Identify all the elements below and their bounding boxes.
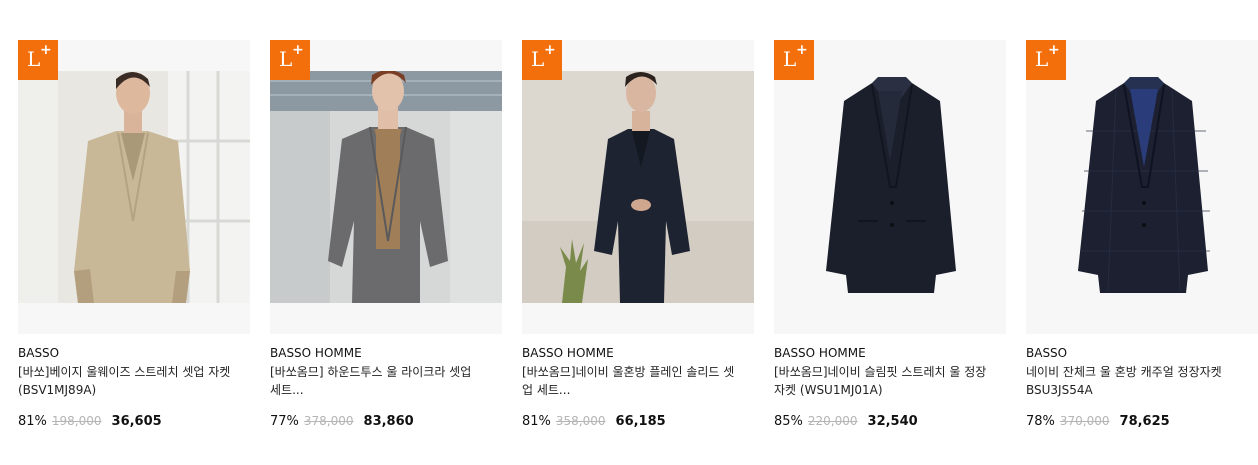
product-name[interactable]: [바쏘옴므]네이비 울혼방 플레인 솔리드 셋업 세트... xyxy=(522,363,737,399)
product-brand: BASSO HOMME xyxy=(522,346,614,360)
original-price: 358,000 xyxy=(555,414,606,428)
product-image[interactable] xyxy=(270,71,502,303)
discount-rate: 81% xyxy=(522,414,551,429)
sale-price: 32,540 xyxy=(867,414,918,429)
discount-rate: 85% xyxy=(774,414,803,429)
product-card[interactable]: L + BASSO HOMME [바쏘옴므]네이비 울혼방 플레인 솔리드 셋업 … xyxy=(522,40,754,431)
original-price: 378,000 xyxy=(303,414,354,428)
product-brand: BASSO HOMME xyxy=(270,346,362,360)
sale-price: 36,605 xyxy=(111,414,162,429)
product-grid: L + BASSO [바쏘]베이지 울웨이즈 스트레치 셋업 자켓 (BSV1M… xyxy=(18,40,1258,431)
discount-rate: 78% xyxy=(1026,414,1055,429)
product-thumbnail[interactable]: L + xyxy=(774,40,1006,334)
product-name[interactable]: 네이비 잔체크 울 혼방 캐주얼 정장자켓 BSU3JS54A xyxy=(1026,363,1241,399)
price-row: 81% 358,000 66,185 xyxy=(522,412,754,431)
price-row: 78% 370,000 78,625 xyxy=(1026,412,1258,431)
product-card[interactable]: L + xyxy=(18,40,250,431)
discount-rate: 77% xyxy=(270,414,299,429)
price-row: 77% 378,000 83,860 xyxy=(270,412,502,431)
product-brand: BASSO xyxy=(18,346,60,360)
sale-price: 78,625 xyxy=(1119,414,1170,429)
lplus-badge-icon: L + xyxy=(1026,40,1066,80)
price-row: 81% 198,000 36,605 xyxy=(18,412,250,431)
price-row: 85% 220,000 32,540 xyxy=(774,412,1006,431)
sale-price: 66,185 xyxy=(615,414,666,429)
product-thumbnail[interactable]: L + xyxy=(270,40,502,334)
original-price: 370,000 xyxy=(1059,414,1110,428)
sale-price: 83,860 xyxy=(363,414,414,429)
lplus-badge-icon: L + xyxy=(774,40,814,80)
product-card[interactable]: L + xyxy=(1026,40,1258,431)
product-image[interactable] xyxy=(18,71,250,303)
product-thumbnail[interactable]: L + xyxy=(522,40,754,334)
product-image[interactable] xyxy=(522,71,754,303)
lplus-badge-icon: L + xyxy=(270,40,310,80)
product-name[interactable]: [바쏘옴므]네이비 슬림핏 스트레치 울 정장자켓 (WSU1MJ01A) xyxy=(774,363,989,399)
product-brand: BASSO xyxy=(1026,346,1068,360)
product-name[interactable]: [바쏘]베이지 울웨이즈 스트레치 셋업 자켓 (BSV1MJ89A) xyxy=(18,363,233,399)
discount-rate: 81% xyxy=(18,414,47,429)
product-brand: BASSO HOMME xyxy=(774,346,866,360)
product-card[interactable]: L + BASSO HOMME [바쏘옴므]네이비 슬림핏 스트레치 울 정장자켓… xyxy=(774,40,1006,431)
lplus-badge-icon: L + xyxy=(522,40,562,80)
product-thumbnail[interactable]: L + xyxy=(1026,40,1258,334)
product-image[interactable] xyxy=(774,71,1006,303)
original-price: 198,000 xyxy=(51,414,102,428)
product-card[interactable]: L + BASSO HOMME [바쏘옴므] 하운드투스 울 라이크라 셋업 세… xyxy=(270,40,502,431)
lplus-badge-icon: L + xyxy=(18,40,58,80)
original-price: 220,000 xyxy=(807,414,858,428)
product-thumbnail[interactable]: L + xyxy=(18,40,250,334)
product-name[interactable]: [바쏘옴므] 하운드투스 울 라이크라 셋업 세트... xyxy=(270,363,485,399)
product-image[interactable] xyxy=(1026,71,1258,303)
